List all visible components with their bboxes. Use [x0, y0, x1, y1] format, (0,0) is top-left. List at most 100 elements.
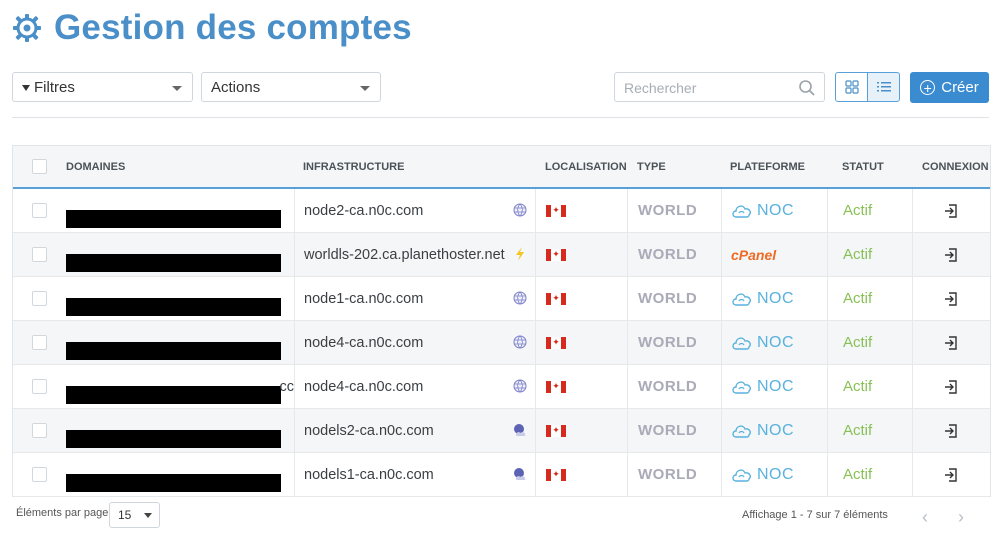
domain-cell[interactable]: [65, 321, 294, 364]
infrastructure-cell: nodels2-ca.n0c.com: [294, 409, 535, 452]
list-icon: [876, 82, 891, 92]
chevron-down-icon: [360, 86, 370, 91]
row-checkbox[interactable]: [31, 291, 47, 306]
row-checkbox[interactable]: [31, 203, 47, 218]
login-icon[interactable]: [943, 203, 959, 219]
login-cell: [912, 277, 988, 320]
login-cell: [912, 321, 988, 364]
row-checkbox-cell: [13, 189, 65, 232]
header-status[interactable]: STATUT: [827, 146, 912, 187]
grid-view-button[interactable]: [835, 72, 868, 102]
select-all-checkbox[interactable]: [31, 159, 47, 174]
redacted-domain: [66, 209, 281, 228]
type-cell: WORLD: [627, 321, 721, 364]
canada-flag-icon: ✦: [546, 204, 566, 217]
domain-cell[interactable]: [65, 453, 294, 496]
status-cell: Actif: [827, 365, 912, 408]
search-input[interactable]: [615, 73, 796, 103]
noc-logo: NOC: [731, 290, 794, 308]
row-checkbox[interactable]: [31, 335, 47, 350]
infrastructure-host: node4-ca.n0c.com: [304, 378, 424, 395]
domain-cell[interactable]: [65, 189, 294, 232]
header-login: CONNEXION: [922, 160, 989, 173]
location-cell: ✦: [535, 409, 627, 452]
search-box: [614, 72, 825, 103]
login-icon[interactable]: [943, 291, 959, 307]
header-platform[interactable]: PLATEFORME: [721, 146, 827, 187]
table-row[interactable]: cc node4-ca.n0c.com ✦ WORLD NOC Actif: [13, 365, 990, 409]
table-header: DOMAINES INFRASTRUCTURE LOCALISATION TYP…: [13, 146, 990, 189]
domain-cell[interactable]: [65, 409, 294, 452]
infrastructure-cell: node1-ca.n0c.com: [294, 277, 535, 320]
type-cell: WORLD: [627, 233, 721, 276]
domain-cell[interactable]: [65, 233, 294, 276]
globe-icon: [513, 379, 527, 393]
platform-cell: NOC: [721, 409, 827, 452]
noc-text: NOC: [757, 201, 795, 219]
filters-label: Filtres: [34, 78, 75, 96]
table-row[interactable]: node2-ca.n0c.com ✦ WORLD NOC Actif: [13, 189, 990, 233]
canada-flag-icon: ✦: [546, 424, 566, 437]
header-type[interactable]: TYPE: [627, 146, 721, 187]
grid-icon: [844, 80, 859, 94]
noc-logo: NOC: [731, 334, 794, 352]
row-checkbox-cell: [13, 453, 65, 496]
location-cell: ✦: [535, 277, 627, 320]
world-logo: WORLD: [638, 202, 698, 219]
world-logo: WORLD: [638, 466, 698, 483]
header-domains[interactable]: DOMAINES: [65, 146, 294, 187]
per-page-select[interactable]: 15: [109, 502, 160, 528]
filters-dropdown[interactable]: Filtres: [12, 72, 193, 102]
infrastructure-host: node1-ca.n0c.com: [304, 290, 424, 307]
list-view-button[interactable]: [867, 72, 900, 102]
domain-cell[interactable]: [65, 277, 294, 320]
row-checkbox[interactable]: [31, 467, 47, 482]
actions-dropdown[interactable]: Actions: [201, 72, 381, 102]
header-infrastructure[interactable]: INFRASTRUCTURE: [294, 146, 535, 187]
header: Gestion des comptes: [12, 8, 412, 48]
globe-icon: [513, 335, 527, 349]
redacted-domain: [66, 341, 281, 360]
cloud-icon: [732, 380, 751, 394]
next-page-button[interactable]: ›: [958, 508, 964, 526]
redacted-domain: [66, 297, 281, 316]
cloud-moon-icon: [514, 468, 526, 480]
previous-page-button[interactable]: ‹: [922, 508, 928, 526]
cloud-icon: [732, 336, 751, 350]
world-logo: WORLD: [638, 378, 698, 395]
row-checkbox[interactable]: [31, 379, 47, 394]
table-row[interactable]: nodels1-ca.n0c.com ✦ WORLD NOC Actif: [13, 453, 990, 497]
search-icon[interactable]: [798, 79, 816, 97]
row-checkbox[interactable]: [31, 247, 47, 262]
row-checkbox-cell: [13, 409, 65, 452]
login-cell: [912, 233, 988, 276]
header-location[interactable]: LOCALISATION: [535, 146, 627, 187]
login-icon[interactable]: [943, 423, 959, 439]
row-checkbox[interactable]: [31, 423, 47, 438]
canada-flag-icon: ✦: [546, 380, 566, 393]
login-icon[interactable]: [943, 335, 959, 351]
noc-text: NOC: [757, 333, 795, 351]
login-icon[interactable]: [943, 467, 959, 483]
table-row[interactable]: node1-ca.n0c.com ✦ WORLD NOC Actif: [13, 277, 990, 321]
page-title: Gestion des comptes: [54, 8, 412, 47]
platform-cell: NOC: [721, 321, 827, 364]
domain-overflow-text: cc: [279, 379, 295, 395]
filter-icon: [22, 85, 30, 91]
canada-flag-icon: ✦: [546, 468, 566, 481]
type-cell: WORLD: [627, 409, 721, 452]
status-badge: Actif: [843, 246, 873, 263]
table-row[interactable]: nodels2-ca.n0c.com ✦ WORLD NOC Actif: [13, 409, 990, 453]
domain-cell[interactable]: cc: [65, 365, 294, 408]
login-icon[interactable]: [943, 379, 959, 395]
cloud-icon: [732, 292, 751, 306]
create-button[interactable]: + Créer: [910, 72, 989, 103]
status-badge: Actif: [843, 378, 873, 395]
globe-icon: [513, 291, 527, 305]
table-row[interactable]: node4-ca.n0c.com ✦ WORLD NOC Actif: [13, 321, 990, 365]
login-icon[interactable]: [943, 247, 959, 263]
noc-logo: NOC: [731, 422, 794, 440]
login-cell: [912, 409, 988, 452]
row-checkbox-cell: [13, 365, 65, 408]
table-row[interactable]: worldls-202.ca.planethoster.net ✦ WORLD cPa…: [13, 233, 990, 277]
